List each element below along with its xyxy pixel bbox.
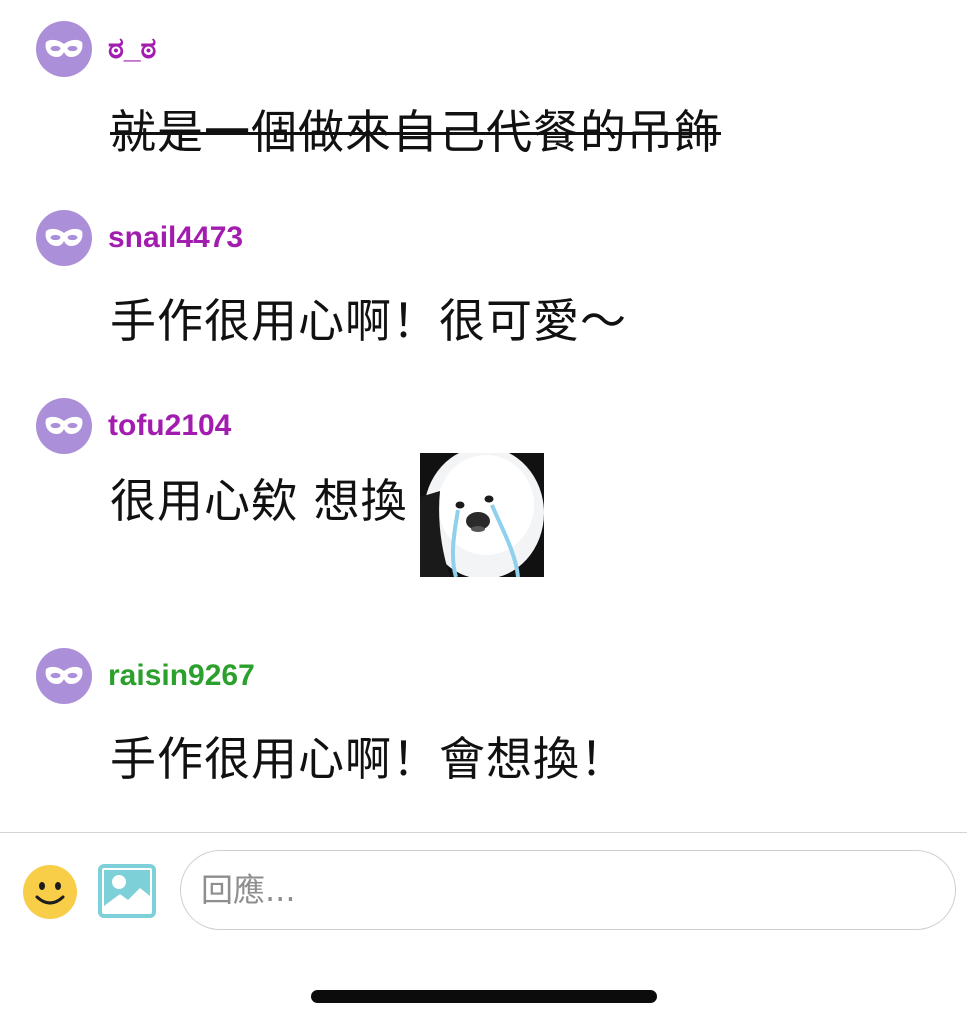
avatar[interactable] [36, 21, 92, 77]
username[interactable]: ಠ_ಠ [108, 32, 156, 66]
username[interactable]: snail4473 [108, 221, 243, 255]
home-indicator [311, 990, 657, 1003]
comment-text: 手作很用心啊！很可愛～ [110, 294, 627, 348]
comment-item: ಠ_ಠ 就是一個做來自己代餐的吊飾 [36, 20, 947, 170]
username[interactable]: tofu2104 [108, 409, 231, 443]
mask-icon [44, 228, 84, 248]
avatar[interactable] [36, 210, 92, 266]
comment-header: ಠ_ಠ [36, 20, 947, 78]
comment-header: raisin9267 [36, 647, 947, 705]
mask-icon [44, 39, 84, 59]
comment-item: tofu2104 很用心欸 想換 [36, 397, 947, 597]
comment-item: raisin9267 手作很用心啊！會想換！ [36, 647, 947, 797]
mask-icon [44, 666, 84, 686]
username[interactable]: raisin9267 [108, 659, 255, 693]
comment-text-row: 很用心欸 想換 [110, 453, 544, 577]
comment-text: 很用心欸 想換 [110, 474, 408, 528]
crying-seal-sticker[interactable] [419, 453, 544, 577]
mask-icon [44, 416, 84, 436]
comment-text: 手作很用心啊！會想換！ [110, 732, 627, 786]
image-icon[interactable] [98, 864, 156, 918]
comment-header: tofu2104 [36, 397, 947, 455]
reply-bar [0, 848, 967, 934]
divider [0, 832, 967, 833]
reply-input[interactable] [180, 850, 956, 930]
avatar[interactable] [36, 648, 92, 704]
comment-header: snail4473 [36, 209, 947, 267]
smiley-icon[interactable] [22, 864, 78, 920]
comment-text: 就是一個做來自己代餐的吊飾 [110, 105, 721, 159]
avatar[interactable] [36, 398, 92, 454]
comment-item: snail4473 手作很用心啊！很可愛～ [36, 209, 947, 359]
